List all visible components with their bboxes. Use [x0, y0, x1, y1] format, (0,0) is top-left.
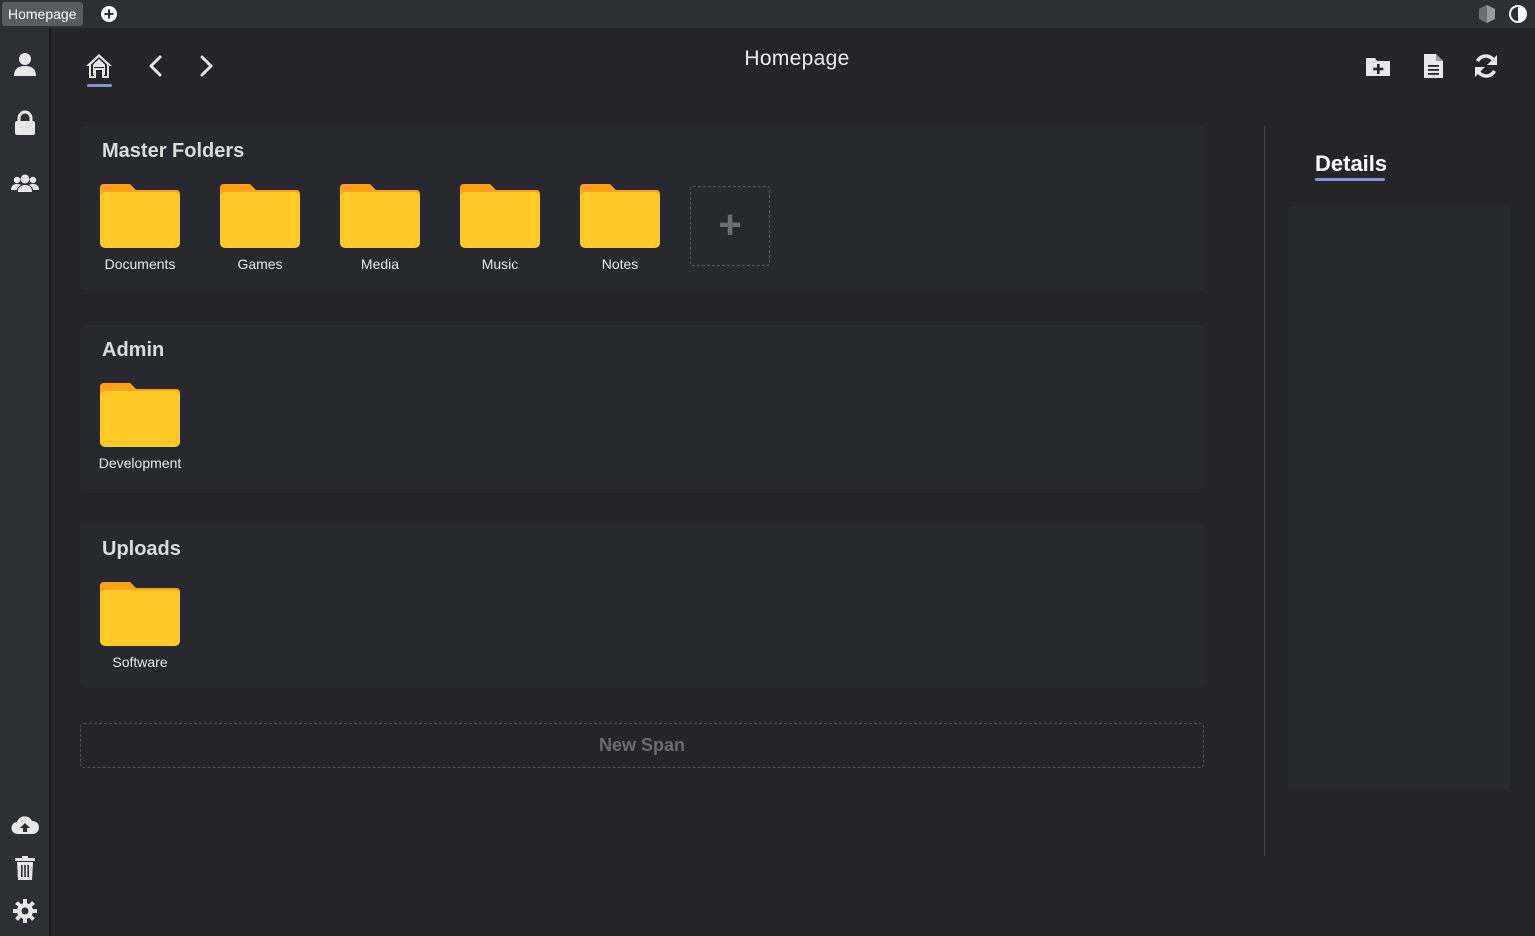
page-title: Homepage [744, 47, 850, 70]
user-icon[interactable] [11, 50, 39, 78]
new-file-icon[interactable] [1419, 52, 1447, 80]
folder-label: Music [481, 256, 519, 272]
sidebar [0, 28, 51, 936]
span-master-folders: Master Folders Documents Games Media Mus… [80, 126, 1204, 290]
span-title: Master Folders [102, 140, 245, 162]
cloud-upload-icon[interactable] [11, 812, 39, 840]
span-title: Admin [102, 339, 165, 361]
add-tab-icon[interactable] [100, 5, 118, 23]
home-icon[interactable] [84, 51, 114, 81]
folder-icon [460, 184, 540, 248]
gear-icon[interactable] [11, 897, 39, 925]
folder-development[interactable]: Development [90, 383, 190, 483]
panel-divider[interactable] [1264, 126, 1265, 856]
folder-label: Notes [601, 256, 639, 272]
span-title: Uploads [102, 538, 181, 560]
folder-label: Documents [104, 256, 176, 272]
folder-media[interactable]: Media [330, 184, 430, 284]
details-panel [1289, 206, 1510, 790]
new-span-button[interactable]: New Span [80, 723, 1204, 768]
theme-shape-icon[interactable] [1477, 4, 1497, 24]
folder-games[interactable]: Games [210, 184, 310, 284]
folder-icon [220, 184, 300, 248]
refresh-icon[interactable] [1472, 52, 1500, 80]
span-admin: Admin Development [80, 325, 1204, 489]
folder-label: Development [98, 455, 182, 471]
add-folder-button[interactable]: + [690, 186, 770, 266]
details-active-indicator [1315, 178, 1385, 181]
users-icon[interactable] [11, 169, 39, 197]
tab-homepage[interactable]: Homepage [2, 2, 83, 26]
back-icon[interactable] [141, 51, 171, 81]
folder-icon [100, 383, 180, 447]
folder-notes[interactable]: Notes [570, 184, 670, 284]
folder-documents[interactable]: Documents [90, 184, 190, 284]
contrast-icon[interactable] [1508, 4, 1528, 24]
folder-icon [580, 184, 660, 248]
tab-bar: Homepage [0, 0, 1535, 28]
trash-icon[interactable] [11, 854, 39, 882]
lock-icon[interactable] [11, 109, 39, 137]
folder-icon [340, 184, 420, 248]
span-uploads: Uploads Software [80, 524, 1204, 688]
forward-icon[interactable] [191, 51, 221, 81]
folder-label: Media [360, 256, 400, 272]
plus-icon: + [718, 203, 742, 247]
folder-music[interactable]: Music [450, 184, 550, 284]
details-title[interactable]: Details [1315, 151, 1387, 177]
folder-icon [100, 582, 180, 646]
folder-label: Software [112, 654, 168, 670]
new-folder-icon[interactable] [1364, 52, 1392, 80]
folder-icon [100, 184, 180, 248]
folder-software[interactable]: Software [90, 582, 190, 682]
home-active-indicator [87, 84, 112, 87]
folder-label: Games [237, 256, 283, 272]
